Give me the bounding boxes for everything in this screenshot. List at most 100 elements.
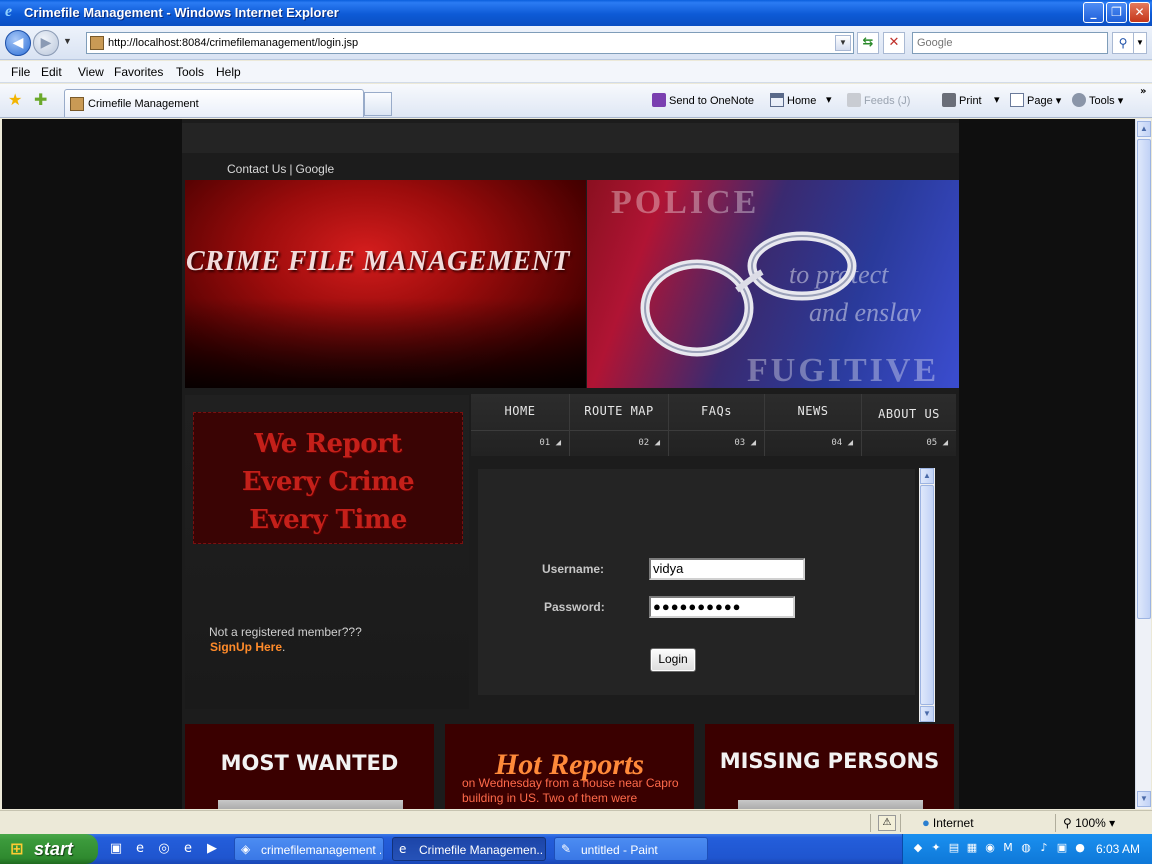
security-zone[interactable]: ● Internet [922, 816, 974, 831]
home-dropdown-icon[interactable]: ▾ [826, 93, 832, 107]
signup-period: . [282, 640, 286, 654]
netbeans-icon: ◈ [241, 842, 251, 856]
ie-task-icon: e [399, 842, 407, 856]
username-label: Username: [542, 562, 605, 576]
tray-network-icon[interactable]: ◆ [911, 841, 925, 855]
back-button[interactable]: ◀ [5, 30, 31, 56]
nav-divider [765, 430, 861, 431]
add-favorites-star-icon[interactable]: ✚ [34, 91, 47, 109]
tools-label: Tools [1089, 95, 1115, 107]
tray-messenger-icon[interactable]: ◉ [983, 841, 997, 855]
restore-button[interactable]: ❐ [1106, 2, 1127, 23]
search-box[interactable] [912, 32, 1108, 54]
signup-link[interactable]: SignUp Here [210, 640, 282, 654]
send-to-onenote-button[interactable]: Send to OneNote [652, 93, 754, 108]
system-tray: ◆ ✦ ▤ ▦ ◉ M ◍ ♪ ▣ ● 6:03 AM [902, 834, 1152, 864]
protected-mode-icon[interactable]: ⚠ [878, 815, 896, 831]
task-paint[interactable]: ✎ untitled - Paint [554, 837, 708, 861]
stop-button[interactable]: ✕ [883, 32, 905, 54]
print-dropdown-icon[interactable]: ▾ [994, 93, 1000, 107]
top-links-separator: | [289, 162, 293, 176]
search-options-dropdown-icon[interactable]: ▼ [1133, 32, 1147, 54]
nav-divider [862, 430, 956, 431]
menu-file[interactable]: File [11, 65, 30, 79]
scroll-thumb[interactable] [920, 485, 934, 705]
outlook-quicklaunch-icon[interactable]: ◎ [156, 841, 172, 857]
page-scroll-up-icon[interactable]: ▲ [1137, 121, 1151, 137]
menu-edit[interactable]: Edit [41, 65, 62, 79]
username-field[interactable]: vidya [649, 558, 805, 580]
search-input[interactable] [913, 33, 1107, 53]
feeds-button[interactable]: Feeds (J) [847, 93, 910, 108]
search-button[interactable]: ⚲ [1112, 32, 1134, 54]
task-netbeans[interactable]: ◈ crimefilemanagement ... [234, 837, 384, 861]
history-dropdown-icon[interactable]: ▼ [63, 36, 72, 46]
forward-button[interactable]: ▶ [33, 30, 59, 56]
page-scrollbar[interactable]: ▲ ▼ [1135, 119, 1151, 809]
page-favicon-icon [90, 36, 104, 50]
address-dropdown-icon[interactable]: ▼ [835, 35, 851, 51]
tray-app-icon[interactable]: ▤ [947, 841, 961, 855]
site-header-strip [182, 123, 959, 153]
menu-tools[interactable]: Tools [176, 65, 204, 79]
favorites-center-star-icon[interactable]: ★ [8, 91, 22, 109]
tray-app-icon-3[interactable]: ▣ [1055, 841, 1069, 855]
missing-person-photo[interactable] [738, 800, 923, 809]
close-button[interactable]: ✕ [1129, 2, 1150, 23]
password-field[interactable]: ●●●●●●●●●● [649, 596, 795, 618]
nav-number: 05 ◢ [926, 438, 948, 448]
gear-icon [1072, 93, 1086, 107]
zoom-level[interactable]: ⚲ 100% ▾ [1063, 816, 1115, 830]
address-url[interactable]: http://localhost:8084/crimefilemanagemen… [108, 36, 358, 50]
page-label: Page [1027, 95, 1053, 107]
page-scroll-down-icon[interactable]: ▼ [1137, 791, 1151, 807]
login-frame-scrollbar[interactable]: ▲ ▼ [919, 468, 935, 722]
status-separator [900, 814, 901, 832]
address-bar[interactable]: http://localhost:8084/crimefilemanagemen… [86, 32, 854, 54]
tray-security-icon[interactable]: ✦ [929, 841, 943, 855]
site-container: Contact Us | Google POLICE to protect and … [182, 119, 959, 809]
media-player-icon[interactable]: ▶ [204, 841, 220, 857]
toolbar-overflow-chevron-icon[interactable]: » [1140, 86, 1146, 98]
start-button[interactable]: ⊞ start [0, 834, 98, 864]
tray-app-icon-2[interactable]: ▦ [965, 841, 979, 855]
page-menu-button[interactable]: Page ▾ [1010, 93, 1061, 108]
minimize-button[interactable]: _ [1083, 2, 1104, 23]
page-scroll-thumb[interactable] [1137, 139, 1151, 619]
nav-route-map[interactable]: ROUTE MAP 02 ◢ [570, 394, 669, 456]
nav-about-us[interactable]: ABOUT US 05 ◢ [862, 394, 956, 456]
stop-icon: ✕ [888, 35, 900, 50]
tray-m-icon[interactable]: M [1001, 841, 1015, 855]
ie-quicklaunch-icon-2[interactable]: e [180, 841, 196, 857]
tools-menu-button[interactable]: Tools ▾ [1072, 93, 1123, 108]
google-link[interactable]: Google [295, 162, 334, 176]
contact-us-link[interactable]: Contact Us [227, 162, 286, 176]
nav-home[interactable]: HOME 01 ◢ [471, 394, 570, 456]
menu-view[interactable]: View [78, 65, 104, 79]
scroll-up-icon[interactable]: ▲ [920, 468, 934, 484]
print-button[interactable]: Print [942, 93, 982, 108]
tray-globe-icon[interactable]: ◍ [1019, 841, 1033, 855]
refresh-button[interactable]: ⇆ [857, 32, 879, 54]
nav-divider [471, 430, 569, 431]
home-button[interactable]: Home [770, 93, 816, 108]
menu-help[interactable]: Help [216, 65, 241, 79]
scroll-down-icon[interactable]: ▼ [920, 706, 934, 722]
nav-number: 02 ◢ [638, 438, 660, 448]
task-ie-crimefile[interactable]: e Crimefile Managemen... [392, 837, 546, 861]
left-panel: We Report Every Crime Every Time Not a r… [185, 395, 469, 709]
most-wanted-photo[interactable] [218, 800, 403, 809]
nav-news[interactable]: NEWS 04 ◢ [765, 394, 862, 456]
tab-crimefile-management[interactable]: Crimefile Management [64, 89, 364, 117]
tray-volume-icon[interactable]: ♪ [1037, 841, 1051, 855]
tab-command-bar: ★ ✚ Crimefile Management Send to OneNote… [0, 84, 1152, 118]
page-icon [1010, 93, 1024, 107]
login-button[interactable]: Login [650, 648, 696, 672]
ie-quicklaunch-icon[interactable]: e [132, 841, 148, 857]
nav-label: ROUTE MAP [584, 404, 654, 418]
nav-faqs[interactable]: FAQs 03 ◢ [669, 394, 765, 456]
menu-favorites[interactable]: Favorites [114, 65, 163, 79]
show-desktop-icon[interactable]: ▣ [108, 841, 124, 857]
new-tab-button[interactable] [364, 92, 392, 116]
tray-app-icon-4[interactable]: ● [1073, 841, 1087, 855]
